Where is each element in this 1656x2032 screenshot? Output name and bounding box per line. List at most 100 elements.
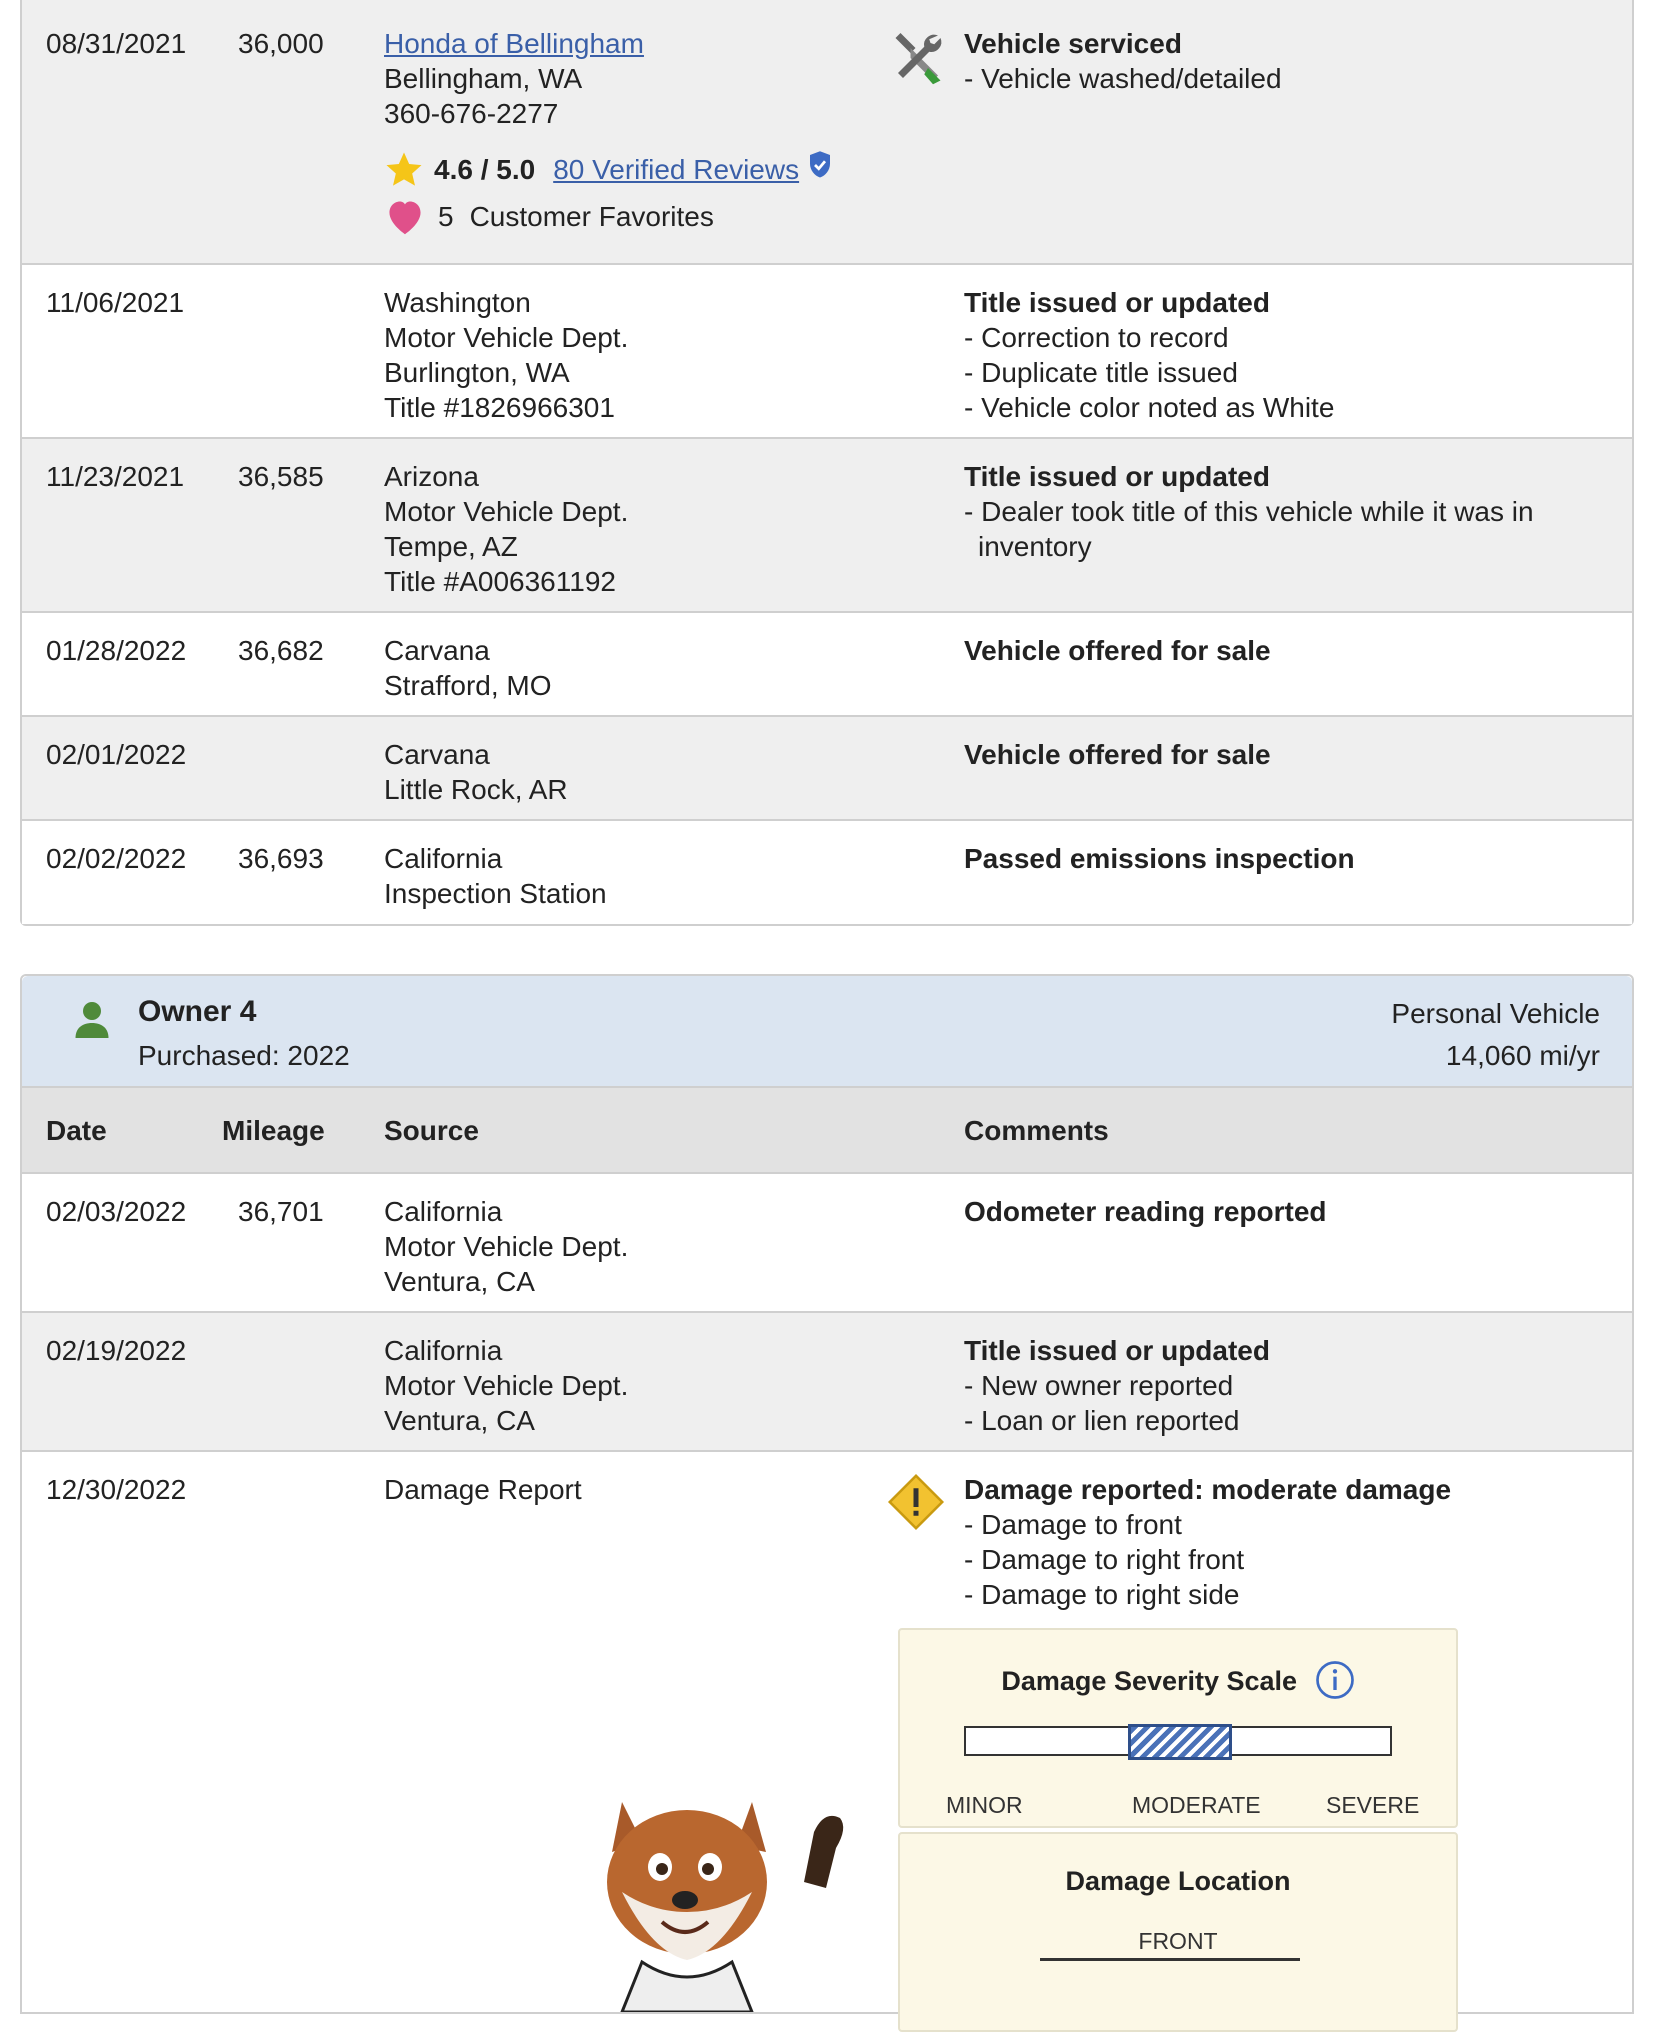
table-row: 01/28/2022 36,682 Carvana Strafford, MO … <box>22 613 1632 717</box>
row-comments: Title issued or updated - Dealer took ti… <box>964 459 1564 564</box>
owner-4-history-table: Owner 4 Purchased: 2022 Personal Vehicle… <box>20 974 1634 2032</box>
source-line: California <box>384 1196 503 1227</box>
row-source: California Inspection Station <box>384 841 607 911</box>
source-line: Motor Vehicle Dept. <box>384 322 629 353</box>
source-line: Carvana <box>384 739 490 770</box>
comment-title: Odometer reading reported <box>964 1196 1327 1227</box>
comment-title: Damage reported: moderate damage <box>964 1474 1452 1505</box>
info-icon[interactable] <box>1315 1660 1355 1700</box>
row-mileage: 36,701 <box>238 1196 324 1227</box>
comment-item: - Damage to right front <box>964 1544 1245 1575</box>
owner-header: Owner 4 Purchased: 2022 Personal Vehicle… <box>22 976 1632 1088</box>
source-line: Strafford, MO <box>384 670 552 701</box>
row-mileage: 36,585 <box>238 461 324 492</box>
customer-favorites: 5 Customer Favorites <box>384 198 714 236</box>
row-date: 02/19/2022 <box>46 1335 187 1366</box>
row-comments: Vehicle offered for sale <box>964 633 1604 668</box>
source-line: Damage Report <box>384 1474 582 1505</box>
severity-label-moderate: MODERATE <box>1132 1792 1261 1818</box>
source-line: California <box>384 1335 503 1366</box>
person-icon <box>75 1002 109 1038</box>
owner-title: Owner 4 <box>138 995 257 1028</box>
col-comments: Comments <box>964 1115 1109 1146</box>
row-mileage: 36,682 <box>238 635 324 666</box>
comment-item: - Damage to front <box>964 1509 1182 1540</box>
table-column-headers: Date Mileage Source Comments <box>22 1088 1632 1174</box>
row-date: 11/06/2021 <box>46 287 185 318</box>
row-comments: Damage reported: moderate damage - Damag… <box>964 1472 1604 1612</box>
fox-mascot-icon <box>607 1802 844 2012</box>
comment-title: Passed emissions inspection <box>964 843 1355 874</box>
comment-item: - Correction to record <box>964 322 1229 353</box>
source-line: Burlington, WA <box>384 357 570 388</box>
row-date: 02/03/2022 <box>46 1196 187 1227</box>
damage-location: Damage Location FRONT <box>898 1832 1458 2032</box>
source-line: Title #1826966301 <box>384 392 615 423</box>
verified-reviews-link[interactable]: 80 Verified Reviews <box>553 154 799 186</box>
row-comments: Vehicle serviced - Vehicle washed/detail… <box>964 26 1604 96</box>
row-date: 01/28/2022 <box>46 635 187 666</box>
severity-title: Damage Severity Scale <box>900 1661 1456 1700</box>
warning-diamond-icon <box>887 1473 945 1531</box>
table-row: 02/02/2022 36,693 California Inspection … <box>22 821 1632 924</box>
row-date: 11/23/2021 <box>46 461 185 492</box>
comment-title: Title issued or updated <box>964 461 1270 492</box>
severity-indicator-moderate <box>1128 1724 1232 1760</box>
row-comments: Odometer reading reported <box>964 1194 1604 1229</box>
row-mileage: 36,693 <box>238 843 324 874</box>
comment-item: - Vehicle washed/detailed <box>964 63 1282 94</box>
favorites-count: 5 <box>438 201 454 232</box>
source-line: Carvana <box>384 635 490 666</box>
row-date: 02/01/2022 <box>46 739 187 770</box>
comment-title: Vehicle offered for sale <box>964 635 1271 666</box>
source-line: Arizona <box>384 461 479 492</box>
owner-purchased: Purchased: 2022 <box>138 1040 350 1071</box>
source-line: Tempe, AZ <box>384 531 518 562</box>
table-row: 02/19/2022 California Motor Vehicle Dept… <box>22 1313 1632 1452</box>
row-mileage: 36,000 <box>238 28 324 59</box>
row-source: Honda of Bellingham Bellingham, WA 360-6… <box>384 26 644 131</box>
severity-label-severe: SEVERE <box>1326 1792 1420 1818</box>
location-title: Damage Location <box>1065 1866 1291 1896</box>
damage-severity-scale: Damage Severity Scale MINOR MODERATE SEV… <box>898 1628 1458 1828</box>
row-source: California Motor Vehicle Dept. Ventura, … <box>384 1194 628 1299</box>
source-line: Ventura, CA <box>384 1266 535 1297</box>
star-icon <box>386 152 422 186</box>
row-source: Damage Report <box>384 1472 582 1507</box>
table-row: 11/06/2021 Washington Motor Vehicle Dept… <box>22 265 1632 439</box>
severity-title-text: Damage Severity Scale <box>1001 1666 1298 1697</box>
comment-title: Vehicle offered for sale <box>964 739 1271 770</box>
source-line: Bellingham, WA <box>384 63 583 94</box>
severity-track <box>964 1724 1392 1760</box>
source-line: Inspection Station <box>384 878 607 909</box>
car-outline <box>1040 1958 1300 1961</box>
history-table-previous-owner: 08/31/2021 36,000 Honda of Bellingham Be… <box>20 0 1634 926</box>
source-line: Motor Vehicle Dept. <box>384 1231 629 1262</box>
service-tools-icon <box>895 33 942 85</box>
source-line: California <box>384 843 503 874</box>
source-line: Washington <box>384 287 531 318</box>
comment-title: Title issued or updated <box>964 1335 1270 1366</box>
location-front-label: FRONT <box>1138 1928 1218 1954</box>
table-row: 02/03/2022 36,701 California Motor Vehic… <box>22 1174 1632 1313</box>
source-line: Motor Vehicle Dept. <box>384 1370 629 1401</box>
table-row: 08/31/2021 36,000 Honda of Bellingham Be… <box>22 0 1632 265</box>
row-date: 08/31/2021 <box>46 28 187 59</box>
comment-item: - Dealer took title of this vehicle whil… <box>964 496 1534 562</box>
rating-value: 4.6 / 5.0 <box>434 154 536 185</box>
col-date: Date <box>46 1115 107 1146</box>
table-row: 11/23/2021 36,585 Arizona Motor Vehicle … <box>22 439 1632 613</box>
source-line: Little Rock, AR <box>384 774 568 805</box>
vehicle-type: Personal Vehicle <box>1391 998 1600 1029</box>
annual-miles: 14,060 mi/yr <box>1445 1040 1600 1071</box>
row-comments: Title issued or updated - Correction to … <box>964 285 1604 425</box>
source-line: Ventura, CA <box>384 1405 535 1436</box>
row-source: Carvana Little Rock, AR <box>384 737 568 807</box>
comment-title: Title issued or updated <box>964 287 1270 318</box>
row-comments: Passed emissions inspection <box>964 841 1604 876</box>
table-row-damage-report: 12/30/2022 Damage Report Damage reported… <box>22 1452 1632 2032</box>
dealer-link[interactable]: Honda of Bellingham <box>384 26 644 61</box>
row-comments: Vehicle offered for sale <box>964 737 1604 772</box>
verified-shield-icon <box>810 151 831 178</box>
dealer-rating: 4.6 / 5.0 80 Verified Reviews <box>384 150 833 190</box>
